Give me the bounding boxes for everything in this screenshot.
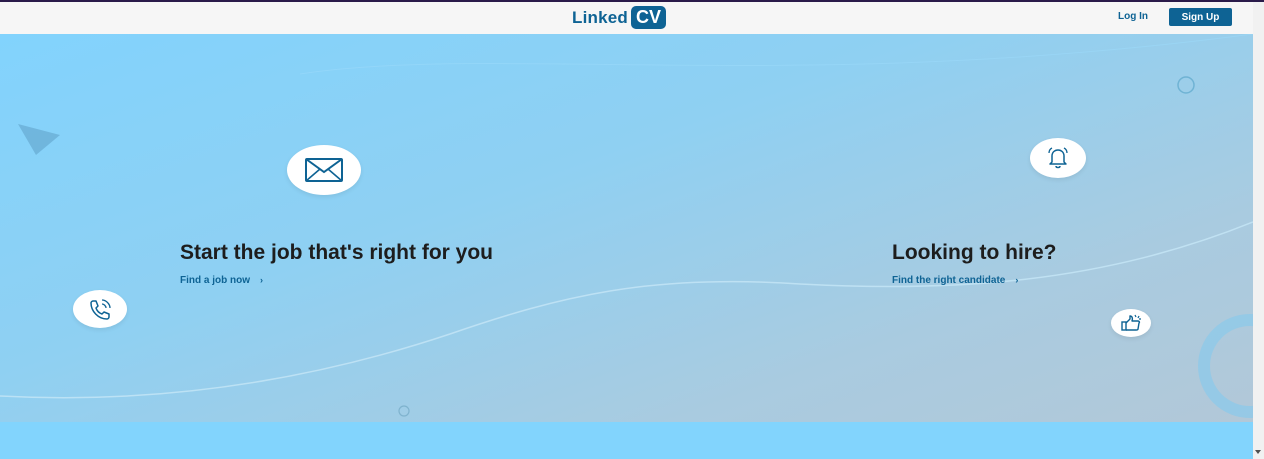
find-job-link-label: Find a job now (180, 275, 250, 286)
thumbs-up-icon (1111, 309, 1151, 337)
find-job-link[interactable]: Find a job now › (180, 275, 263, 286)
small-ring-shape (1177, 76, 1195, 94)
find-candidate-link-label: Find the right candidate (892, 275, 1006, 286)
find-candidate-link[interactable]: Find the right candidate › (892, 275, 1018, 286)
triangle-shape (18, 124, 60, 155)
envelope-icon (287, 145, 361, 195)
scroll-down-arrow-icon[interactable] (1255, 450, 1261, 454)
chevron-right-icon: › (260, 275, 263, 285)
hero-decoration (0, 34, 1253, 418)
logo-badge: CV (631, 6, 667, 29)
large-ring-shape (1198, 314, 1253, 418)
site-header: Linked CV Log In Sign Up (0, 2, 1253, 35)
phone-icon (73, 290, 127, 328)
vertical-scrollbar[interactable] (1253, 2, 1264, 459)
next-section-band (0, 422, 1253, 459)
bell-icon (1030, 138, 1086, 178)
logo-text: Linked (572, 7, 628, 27)
chevron-right-icon: › (1015, 275, 1019, 285)
hire-title: Looking to hire? (892, 241, 1057, 264)
dot-ring-shape (398, 405, 410, 417)
hero-section: Start the job that's right for you Find … (0, 34, 1253, 422)
login-link[interactable]: Log In (1118, 11, 1148, 22)
job-seeker-title: Start the job that's right for you (180, 241, 493, 264)
linkedcv-logo[interactable]: Linked CV (572, 6, 667, 29)
signup-button[interactable]: Sign Up (1169, 8, 1232, 26)
